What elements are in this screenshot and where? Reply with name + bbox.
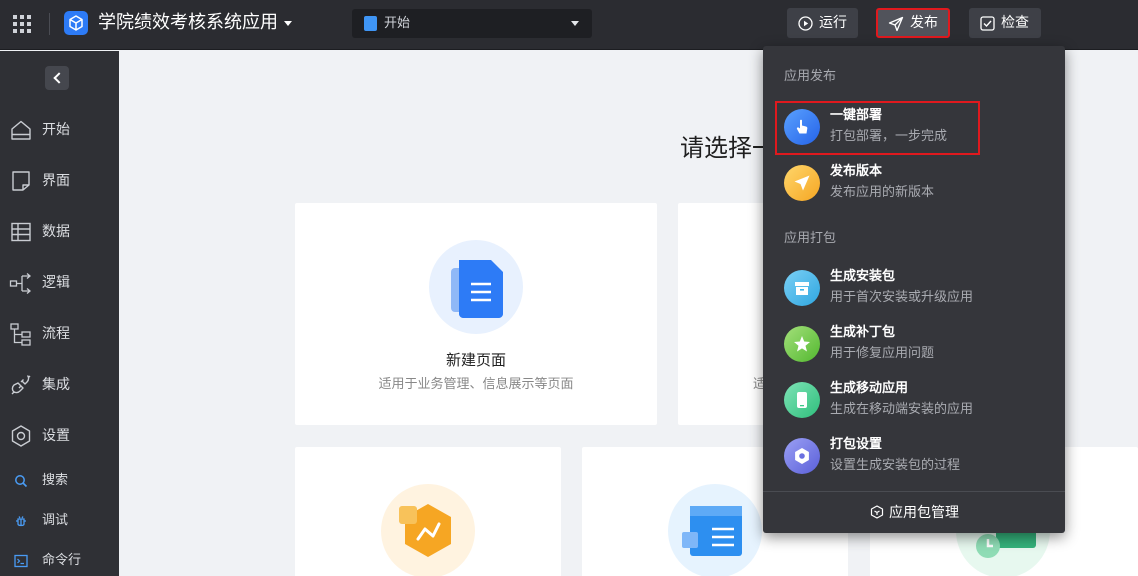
sidebar-item-ui[interactable]: 界面: [0, 161, 119, 201]
hand-tap-icon: [784, 109, 820, 145]
menu-item-title: 生成安装包: [830, 269, 896, 284]
check-button[interactable]: 检查: [969, 8, 1041, 38]
search-icon: [15, 475, 28, 488]
collapse-sidebar-button[interactable]: [45, 66, 69, 90]
publish-dropdown-menu: 应用发布 一键部署 打包部署，一步完成 发布版本 发布应用的新版本 应用打包 生…: [763, 46, 1065, 533]
sidebar-item-integration[interactable]: 集成: [0, 365, 119, 405]
plug-icon: [11, 375, 31, 395]
logic-icon: [9, 273, 32, 294]
sidebar-item-settings[interactable]: 设置: [0, 416, 119, 456]
sidebar-item-label: 界面: [42, 173, 70, 189]
app-logo-icon: [64, 11, 88, 35]
menu-item-title: 发布版本: [830, 164, 883, 179]
page-icon: [12, 171, 30, 191]
sidebar-item-label: 逻辑: [42, 275, 70, 291]
divider: [49, 13, 50, 35]
top-bar: 学院绩效考核系统应用 开始 运行 发布 检查: [0, 0, 1138, 50]
app-title-text: 学院绩效考核系统应用: [98, 12, 278, 33]
terminal-icon: [14, 554, 28, 568]
publish-label: 发布: [910, 15, 938, 31]
page-title: 请选择一: [680, 134, 776, 162]
sidebar-item-label: 开始: [42, 122, 70, 138]
check-square-icon: [980, 16, 995, 31]
menu-item-generate-installer[interactable]: 生成安装包 用于首次安装或升级应用: [763, 260, 1065, 316]
new-page-card[interactable]: 新建页面 适用于业务管理、信息展示等页面: [295, 203, 657, 425]
app-grid-icon[interactable]: [12, 14, 32, 34]
menu-item-one-click-deploy[interactable]: 一键部署 打包部署，一步完成: [763, 99, 1065, 155]
document-icon: [429, 240, 523, 334]
mobile-icon: [784, 382, 820, 418]
chevron-down-icon: [284, 20, 292, 26]
sidebar-item-label: 搜索: [42, 473, 69, 488]
card[interactable]: [295, 447, 561, 576]
menu-item-package-settings[interactable]: 打包设置 设置生成安装包的过程: [763, 428, 1065, 484]
menu-item-description: 用于首次安装或升级应用: [830, 290, 974, 305]
sidebar-item-search[interactable]: 搜索: [0, 466, 119, 496]
sidebar-item-label: 流程: [42, 326, 70, 342]
patch-icon: [784, 326, 820, 362]
sidebar-item-start[interactable]: 开始: [0, 110, 119, 150]
check-label: 检查: [1001, 15, 1029, 31]
sidebar-item-terminal[interactable]: 命令行: [0, 546, 119, 576]
package-box-icon: [784, 270, 820, 306]
settings-icon: [11, 425, 31, 447]
document-icon: [364, 16, 377, 31]
sidebar-item-debug[interactable]: 调试: [0, 506, 119, 536]
run-label: 运行: [819, 15, 847, 31]
sidebar-item-label: 集成: [42, 377, 70, 393]
app-title[interactable]: 学院绩效考核系统应用: [98, 11, 292, 35]
sidebar-item-label: 数据: [42, 224, 70, 240]
menu-item-generate-mobile-app[interactable]: 生成移动应用 生成在移动端安装的应用: [763, 372, 1065, 428]
card-description: 适用于业务管理、信息展示等页面: [378, 377, 574, 392]
sidebar-item-label: 命令行: [42, 553, 82, 568]
sidebar-item-data[interactable]: 数据: [0, 212, 119, 252]
section-header-publish: 应用发布: [784, 69, 837, 84]
table-icon: [11, 222, 31, 242]
menu-item-description: 生成在移动端安装的应用: [830, 402, 974, 417]
card-title: 新建页面: [445, 351, 506, 369]
home-icon: [11, 120, 31, 140]
app-package-management-button[interactable]: 应用包管理: [763, 492, 1065, 533]
flow-icon: [10, 323, 31, 346]
menu-item-title: 打包设置: [830, 437, 883, 452]
menu-item-description: 打包部署，一步完成: [830, 129, 948, 144]
menu-item-title: 生成补丁包: [830, 325, 896, 340]
window-icon: [668, 484, 762, 576]
section-header-package: 应用打包: [784, 231, 837, 246]
menu-item-description: 发布应用的新版本: [830, 185, 935, 200]
page-select-value: 开始: [384, 16, 411, 31]
menu-item-publish-version[interactable]: 发布版本 发布应用的新版本: [763, 155, 1065, 211]
page-select[interactable]: 开始: [352, 9, 592, 38]
chevron-down-icon: [571, 21, 579, 26]
menu-item-generate-patch[interactable]: 生成补丁包 用于修复应用问题: [763, 316, 1065, 372]
sidebar-item-label: 调试: [42, 513, 69, 528]
gear-icon: [784, 438, 820, 474]
menu-item-description: 用于修复应用问题: [830, 346, 935, 361]
menu-item-title: 生成移动应用: [830, 381, 909, 396]
package-hexagon-icon: [870, 505, 884, 519]
sidebar-item-flow[interactable]: 流程: [0, 314, 119, 354]
debug-icon: [16, 516, 26, 527]
menu-item-title: 一键部署: [830, 108, 883, 123]
publish-button[interactable]: 发布: [876, 8, 950, 38]
sidebar-item-label: 设置: [42, 428, 70, 444]
sidebar-item-logic[interactable]: 逻辑: [0, 263, 119, 303]
footer-label: 应用包管理: [889, 505, 959, 521]
paper-plane-icon: [784, 165, 820, 201]
run-button[interactable]: 运行: [787, 8, 858, 38]
paper-plane-icon: [888, 16, 904, 32]
menu-item-description: 设置生成安装包的过程: [830, 458, 961, 473]
play-circle-icon: [798, 16, 813, 31]
sidebar: 开始 界面 数据 逻辑 流程 集成 设置 搜索 调试 命令行: [0, 51, 119, 576]
component-icon: [381, 484, 475, 576]
